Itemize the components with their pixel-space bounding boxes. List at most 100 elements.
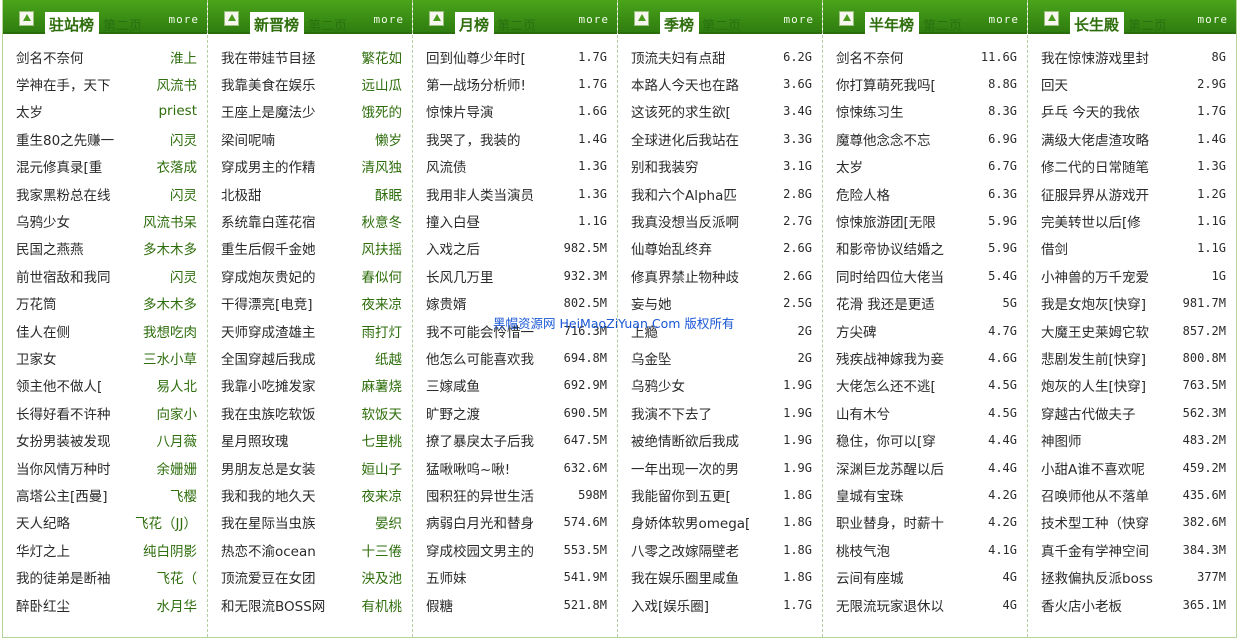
book-title-link[interactable]: 皇城有宝珠 [836, 485, 904, 505]
book-title-link[interactable]: 神图师 [1041, 430, 1082, 450]
author-link[interactable]: 姮山子 [362, 458, 403, 478]
second-page-link[interactable]: 第二页 [103, 15, 142, 34]
book-title-link[interactable]: 炮灰的人生[快穿] [1041, 375, 1146, 395]
second-page-link[interactable]: 第二页 [702, 15, 741, 34]
author-link[interactable]: 夜来凉 [362, 485, 403, 505]
book-title-link[interactable]: 我靠小吃摊发家 [221, 375, 316, 395]
book-title-link[interactable]: 我能留你到五更[ [631, 485, 731, 505]
author-link[interactable]: 软饭天 [362, 403, 403, 423]
book-title-link[interactable]: 女扮男装被发现 [16, 430, 111, 450]
book-title-link[interactable]: 我哭了，我装的 [426, 129, 521, 149]
book-title-link[interactable]: 顶流夫妇有点甜 [631, 47, 726, 67]
book-title-link[interactable]: 花滑 我还是更适 [836, 293, 935, 313]
book-title-link[interactable]: 假糖 [426, 595, 453, 615]
author-link[interactable]: 十三倦 [362, 540, 403, 560]
book-title-link[interactable]: 我家黑粉总在线 [16, 184, 111, 204]
book-title-link[interactable]: 借剑 [1041, 238, 1068, 258]
author-link[interactable]: 淮上 [170, 47, 197, 67]
book-title-link[interactable]: 北极甜 [221, 184, 262, 204]
book-title-link[interactable]: 本路人今天也在路 [631, 74, 739, 94]
book-title-link[interactable]: 乒乓 今天的我依 [1041, 101, 1140, 121]
book-title-link[interactable]: 重生80之先赚一 [16, 129, 114, 149]
book-title-link[interactable]: 前世宿敌和我同 [16, 266, 111, 286]
book-title-link[interactable]: 乌金坠 [631, 348, 672, 368]
book-title-link[interactable]: 剑名不奈何 [16, 47, 84, 67]
book-title-link[interactable]: 系统靠白莲花宿 [221, 211, 316, 231]
book-title-link[interactable]: 我在惊悚游戏里封 [1041, 47, 1149, 67]
author-link[interactable]: 多木木多 [143, 238, 197, 258]
second-page-link[interactable]: 第二页 [308, 15, 347, 34]
book-title-link[interactable]: 危险人格 [836, 184, 890, 204]
book-title-link[interactable]: 回到仙尊少年时[ [426, 47, 526, 67]
book-title-link[interactable]: 他怎么可能喜欢我 [426, 348, 534, 368]
author-link[interactable]: 秋意冬 [362, 211, 403, 231]
book-title-link[interactable]: 囤积狂的异世生活 [426, 485, 534, 505]
book-title-link[interactable]: 技术型工种（快穿 [1041, 512, 1149, 532]
second-page-link[interactable]: 第二页 [923, 15, 962, 34]
book-title-link[interactable]: 佳人在侧 [16, 321, 70, 341]
book-title-link[interactable]: 和影帝协议结婚之 [836, 238, 944, 258]
book-title-link[interactable]: 华灯之上 [16, 540, 70, 560]
author-link[interactable]: 泱及池 [362, 567, 403, 587]
author-link[interactable]: 八月薇 [157, 430, 198, 450]
panel-title-tab[interactable]: 新晋榜 [250, 12, 305, 36]
book-title-link[interactable]: 仙尊始乱终弃 [631, 238, 712, 258]
author-link[interactable]: 向家小 [157, 403, 198, 423]
book-title-link[interactable]: 无限流玩家退休以 [836, 595, 944, 615]
book-title-link[interactable]: 乌鸦少女 [631, 375, 685, 395]
book-title-link[interactable]: 一年出现一次的男 [631, 458, 739, 478]
book-title-link[interactable]: 撩了暴戾太子后我 [426, 430, 534, 450]
author-link[interactable]: 闪灵 [170, 129, 197, 149]
book-title-link[interactable]: 被绝情断欲后我成 [631, 430, 739, 450]
book-title-link[interactable]: 入戏之后 [426, 238, 480, 258]
book-title-link[interactable]: 猛啾啾呜~啾! [426, 458, 510, 478]
author-link[interactable]: 饿死的 [362, 101, 403, 121]
book-title-link[interactable]: 穿成男主的作精 [221, 156, 316, 176]
more-link[interactable]: more [1198, 13, 1229, 26]
more-link[interactable]: more [784, 13, 815, 26]
book-title-link[interactable]: 和无限流BOSS网 [221, 595, 325, 615]
book-title-link[interactable]: 别和我装穷 [631, 156, 699, 176]
book-title-link[interactable]: 回天 [1041, 74, 1068, 94]
panel-title-tab[interactable]: 驻站榜 [45, 12, 100, 36]
book-title-link[interactable]: 男朋友总是女装 [221, 458, 316, 478]
book-title-link[interactable]: 同时给四位大佬当 [836, 266, 944, 286]
book-title-link[interactable]: 太岁 [16, 101, 43, 121]
book-title-link[interactable]: 惊悚片导演 [426, 101, 494, 121]
author-link[interactable]: 风流书呆 [143, 211, 197, 231]
more-link[interactable]: more [169, 13, 200, 26]
book-title-link[interactable]: 惊悚旅游团[无限 [836, 211, 936, 231]
author-link[interactable]: 有机桃 [362, 595, 403, 615]
book-title-link[interactable]: 天师穿成渣雄主 [221, 321, 316, 341]
book-title-link[interactable]: 三嫁咸鱼 [426, 375, 480, 395]
author-link[interactable]: 春似何 [362, 266, 403, 286]
author-link[interactable]: 易人北 [157, 375, 198, 395]
book-title-link[interactable]: 乌鸦少女 [16, 211, 70, 231]
book-title-link[interactable]: 混元修真录[重 [16, 156, 102, 176]
author-link[interactable]: 纯白阴影 [143, 540, 197, 560]
book-title-link[interactable]: 全球进化后我站在 [631, 129, 739, 149]
author-link[interactable]: 风扶摇 [362, 238, 403, 258]
book-title-link[interactable]: 我在星际当虫族 [221, 512, 316, 532]
book-title-link[interactable]: 我演不下去了 [631, 403, 712, 423]
author-link[interactable]: 我想吃肉 [143, 321, 197, 341]
book-title-link[interactable]: 醉卧红尘 [16, 595, 70, 615]
book-title-link[interactable]: 大佬怎么还不逃[ [836, 375, 936, 395]
author-link[interactable]: 多木木多 [143, 293, 197, 313]
book-title-link[interactable]: 方尖碑 [836, 321, 877, 341]
author-link[interactable]: 衣落成 [157, 156, 198, 176]
book-title-link[interactable]: 重生后假千金她 [221, 238, 316, 258]
book-title-link[interactable]: 天人纪略 [16, 512, 70, 532]
book-title-link[interactable]: 热恋不渝ocean [221, 540, 316, 560]
book-title-link[interactable]: 高塔公主[西曼] [16, 485, 108, 505]
book-title-link[interactable]: 山有木兮 [836, 403, 890, 423]
author-link[interactable]: 飞樱 [170, 485, 197, 505]
book-title-link[interactable]: 稳住，你可以[穿 [836, 430, 936, 450]
book-title-link[interactable]: 学神在手，天下 [16, 74, 111, 94]
book-title-link[interactable]: 大魔王史莱姆它软 [1041, 321, 1149, 341]
book-title-link[interactable]: 职业替身，时薪十 [836, 512, 944, 532]
author-link[interactable]: priest [158, 103, 197, 119]
book-title-link[interactable]: 我真没想当反派啊 [631, 211, 739, 231]
panel-title-tab[interactable]: 季榜 [660, 12, 700, 36]
book-title-link[interactable]: 我在娱乐圈里咸鱼 [631, 567, 739, 587]
